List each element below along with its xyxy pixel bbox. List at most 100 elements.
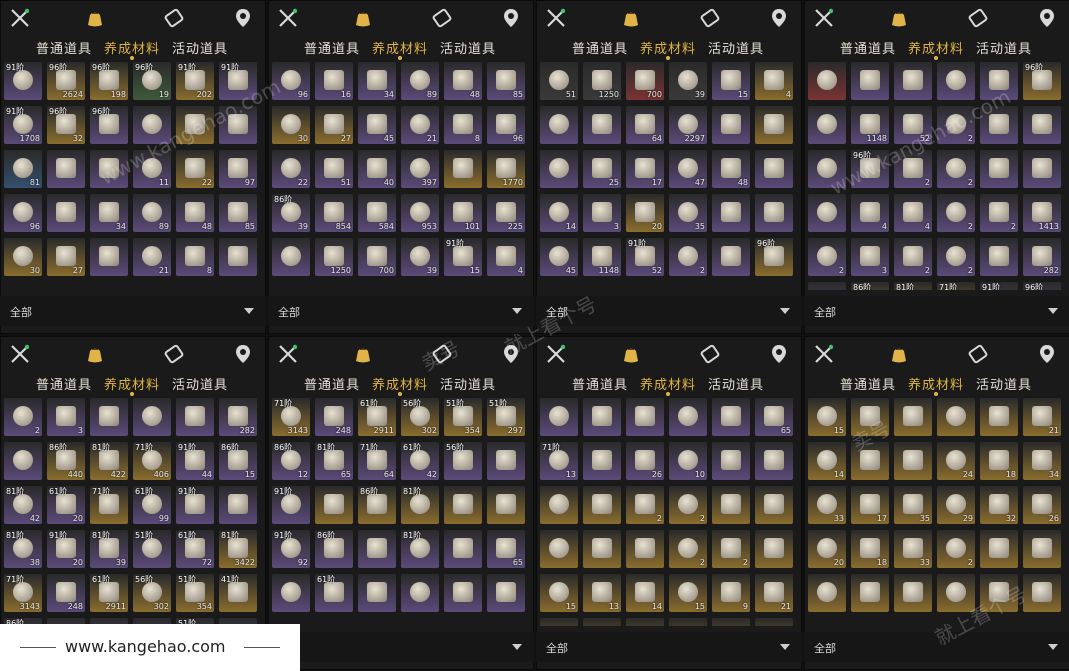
item-slot[interactable]: 248 bbox=[315, 398, 353, 436]
item-slot[interactable] bbox=[401, 574, 439, 612]
item-slot[interactable] bbox=[851, 442, 889, 480]
bag-icon[interactable] bbox=[352, 343, 374, 365]
item-slot[interactable]: 39 bbox=[401, 238, 439, 276]
item-slot[interactable]: 81阶422 bbox=[894, 282, 932, 290]
tab-0[interactable]: 普通道具 bbox=[36, 38, 92, 57]
bag-icon[interactable] bbox=[84, 7, 106, 29]
item-slot[interactable]: 29 bbox=[937, 486, 975, 524]
tab-1[interactable]: 养成材料 bbox=[908, 374, 964, 393]
item-slot[interactable]: 96阶 bbox=[755, 238, 793, 276]
item-slot[interactable] bbox=[669, 398, 707, 436]
item-slot[interactable] bbox=[755, 486, 793, 524]
item-slot[interactable]: 25 bbox=[583, 150, 621, 188]
item-slot[interactable]: 86阶440 bbox=[851, 282, 889, 290]
item-slot[interactable] bbox=[808, 62, 846, 100]
bag-icon[interactable] bbox=[888, 343, 910, 365]
map-pin-icon[interactable] bbox=[1036, 7, 1058, 29]
item-slot[interactable] bbox=[626, 530, 664, 568]
item-slot[interactable] bbox=[540, 106, 578, 144]
item-slot[interactable]: 89 bbox=[133, 194, 171, 232]
item-slot[interactable]: 91阶 bbox=[176, 486, 214, 524]
item-slot[interactable]: 64 bbox=[626, 106, 664, 144]
item-slot[interactable]: 81阶 bbox=[401, 530, 439, 568]
item-slot[interactable]: 33 bbox=[808, 486, 846, 524]
item-slot[interactable] bbox=[4, 442, 42, 480]
item-slot[interactable] bbox=[980, 238, 1018, 276]
item-slot[interactable]: 15 bbox=[808, 398, 846, 436]
item-slot[interactable]: 61阶 99 bbox=[133, 486, 171, 524]
item-slot[interactable] bbox=[444, 150, 482, 188]
item-slot[interactable]: 96阶 2624 bbox=[47, 62, 85, 100]
item-slot[interactable] bbox=[712, 618, 750, 626]
item-slot[interactable] bbox=[755, 618, 793, 626]
item-slot[interactable]: 2 bbox=[937, 530, 975, 568]
item-slot[interactable]: 18 bbox=[851, 530, 889, 568]
filter-dropdown[interactable]: 全部 bbox=[268, 296, 534, 326]
item-slot[interactable]: 56阶 302 bbox=[401, 398, 439, 436]
tab-1[interactable]: 养成材料 bbox=[104, 374, 160, 393]
item-slot[interactable]: 91阶44 bbox=[980, 282, 1018, 290]
item-slot[interactable] bbox=[755, 530, 793, 568]
item-slot[interactable] bbox=[980, 530, 1018, 568]
scroll-icon[interactable] bbox=[431, 343, 453, 365]
item-slot[interactable]: 96阶15 bbox=[1023, 282, 1061, 290]
item-slot[interactable]: 86阶 bbox=[315, 530, 353, 568]
item-slot[interactable] bbox=[487, 486, 525, 524]
item-slot[interactable] bbox=[937, 62, 975, 100]
item-slot[interactable]: 81阶 38 bbox=[4, 530, 42, 568]
item-slot[interactable]: 2 bbox=[808, 238, 846, 276]
item-slot[interactable]: 9 bbox=[712, 574, 750, 612]
item-slot[interactable]: 21 bbox=[401, 106, 439, 144]
item-slot[interactable]: 2 bbox=[669, 238, 707, 276]
item-slot[interactable] bbox=[712, 442, 750, 480]
item-slot[interactable]: 1250 bbox=[315, 238, 353, 276]
item-slot[interactable]: 86阶 bbox=[358, 486, 396, 524]
item-slot[interactable]: 96阶 bbox=[1023, 62, 1061, 100]
item-slot[interactable]: 30 bbox=[272, 106, 310, 144]
item-slot[interactable]: 34 bbox=[90, 194, 128, 232]
item-slot[interactable] bbox=[133, 398, 171, 436]
item-slot[interactable]: 51阶 bbox=[133, 530, 171, 568]
tab-2[interactable]: 活动道具 bbox=[440, 374, 496, 393]
item-slot[interactable] bbox=[176, 106, 214, 144]
swords-icon[interactable] bbox=[813, 343, 835, 365]
item-slot[interactable]: 65 bbox=[755, 398, 793, 436]
item-slot[interactable]: 14 bbox=[808, 442, 846, 480]
item-slot[interactable]: 18 bbox=[980, 442, 1018, 480]
item-slot[interactable]: 81阶 39 bbox=[90, 530, 128, 568]
filter-dropdown[interactable]: 全部 bbox=[536, 296, 802, 326]
item-slot[interactable]: 81阶 bbox=[401, 486, 439, 524]
tab-2[interactable]: 活动道具 bbox=[172, 374, 228, 393]
item-slot[interactable]: 248 bbox=[47, 574, 85, 612]
item-slot[interactable]: 2 bbox=[937, 150, 975, 188]
filter-dropdown[interactable]: 全部 bbox=[0, 296, 266, 326]
item-slot[interactable]: 34 bbox=[358, 62, 396, 100]
item-slot[interactable]: 91阶 1708 bbox=[4, 106, 42, 144]
item-slot[interactable]: 953 bbox=[401, 194, 439, 232]
item-slot[interactable] bbox=[980, 574, 1018, 612]
item-slot[interactable]: 96 bbox=[272, 62, 310, 100]
item-slot[interactable] bbox=[1023, 574, 1061, 612]
swords-icon[interactable] bbox=[9, 7, 31, 29]
tab-1[interactable]: 养成材料 bbox=[372, 374, 428, 393]
item-slot[interactable]: 30 bbox=[4, 238, 42, 276]
item-slot[interactable]: 71阶 64 bbox=[358, 442, 396, 480]
item-slot[interactable]: 71阶 3143 bbox=[4, 574, 42, 612]
item-slot[interactable]: 2 bbox=[980, 194, 1018, 232]
bag-icon[interactable] bbox=[620, 7, 642, 29]
item-slot[interactable]: 61阶 72 bbox=[176, 530, 214, 568]
item-slot[interactable]: 35 bbox=[894, 486, 932, 524]
item-slot[interactable]: 2 bbox=[937, 106, 975, 144]
item-slot[interactable]: 14 bbox=[626, 574, 664, 612]
item-slot[interactable]: 97 bbox=[219, 150, 257, 188]
item-slot[interactable]: 39 bbox=[669, 62, 707, 100]
item-slot[interactable]: 2 bbox=[4, 398, 42, 436]
item-slot[interactable]: 61阶 bbox=[315, 574, 353, 612]
scroll-icon[interactable] bbox=[967, 7, 989, 29]
item-slot[interactable]: 45 bbox=[358, 106, 396, 144]
item-slot[interactable]: 71阶 406 bbox=[133, 442, 171, 480]
item-slot[interactable]: 51 bbox=[315, 150, 353, 188]
item-slot[interactable]: 4 bbox=[487, 238, 525, 276]
item-slot[interactable] bbox=[540, 398, 578, 436]
item-slot[interactable]: 22 bbox=[176, 150, 214, 188]
